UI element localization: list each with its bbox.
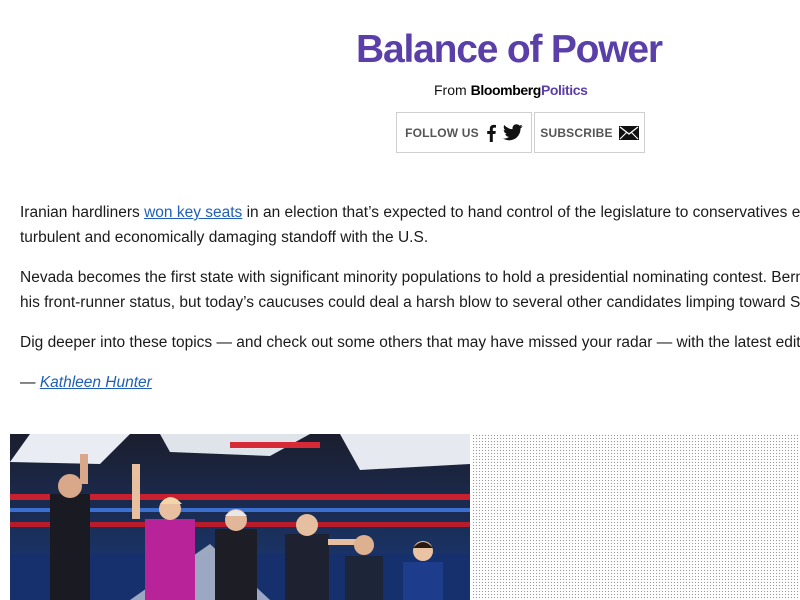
paragraph-text: in an election that’s expected to hand c… — [242, 204, 800, 221]
from-label: From — [434, 82, 467, 98]
brand-logo-politics[interactable]: Politics — [541, 82, 588, 98]
follow-us-label: FOLLOW US — [405, 125, 479, 140]
paragraph-text: Nevada becomes the first state with sign… — [20, 269, 800, 286]
newsletter-title: Balance of Power — [356, 28, 663, 71]
dotted-pattern-panel — [472, 434, 800, 600]
signoff-dash: — — [20, 374, 40, 391]
debate-stage-photo[interactable] — [10, 434, 470, 600]
subscribe-label: SUBSCRIBE — [540, 125, 613, 140]
newsletter-body: Iranian hardliners won key seats in an e… — [20, 200, 800, 410]
byline: From BloombergPolitics — [434, 82, 588, 98]
author-link[interactable]: Kathleen Hunter — [40, 374, 152, 391]
twitter-icon[interactable] — [502, 124, 523, 141]
newsletter-header: Balance of Power From BloombergPolitics F… — [0, 0, 800, 180]
paragraph-nevada: Nevada becomes the first state with sign… — [20, 265, 800, 315]
subscribe-button[interactable]: SUBSCRIBE — [534, 112, 645, 153]
paragraph-text: his front-runner status, but today’s cau… — [20, 294, 800, 311]
signoff: — Kathleen Hunter — [20, 370, 800, 395]
paragraph-text: turbulent and economically damaging stan… — [20, 229, 429, 246]
paragraph-iran: Iranian hardliners won key seats in an e… — [20, 200, 800, 250]
paragraph-text: Dig deeper into these topics — and check… — [20, 334, 800, 351]
facebook-icon[interactable] — [485, 124, 497, 142]
follow-us-box: FOLLOW US — [396, 112, 532, 153]
won-key-seats-link[interactable]: won key seats — [144, 204, 242, 221]
paragraph-dig-deeper: Dig deeper into these topics — and check… — [20, 330, 800, 355]
brand-logo-bloomberg[interactable]: Bloomberg — [471, 82, 542, 98]
paragraph-text: Iranian hardliners — [20, 204, 145, 221]
envelope-icon — [618, 125, 639, 140]
